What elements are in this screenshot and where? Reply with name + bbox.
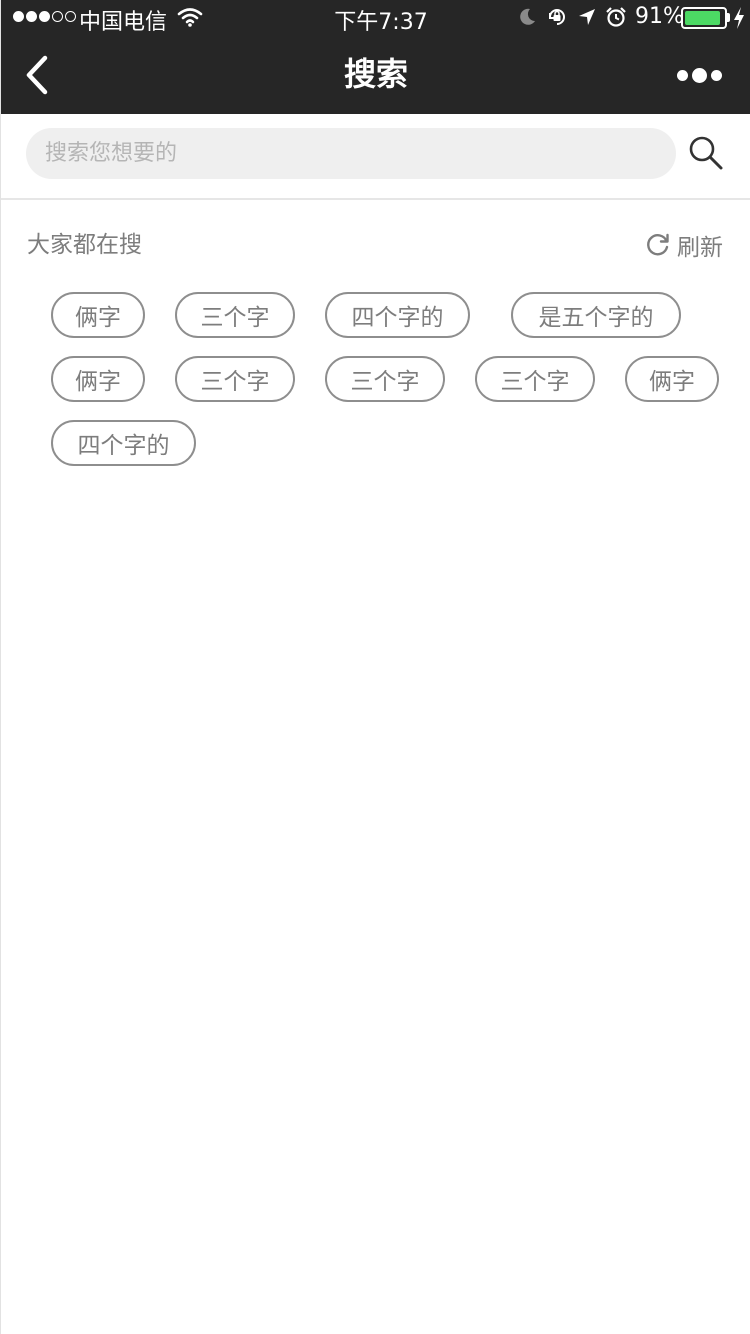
hot-search-tag[interactable]: 三个字 — [325, 356, 445, 402]
hot-search-tag[interactable]: 四个字的 — [325, 292, 470, 338]
search-icon[interactable] — [687, 134, 725, 172]
hot-search-tag[interactable]: 四个字的 — [51, 420, 196, 466]
refresh-icon — [647, 233, 669, 256]
battery-percent: 91% — [635, 4, 684, 29]
hot-search-tag[interactable]: 俩字 — [625, 356, 719, 402]
search-page: 中国电信 下午7:37 91% 搜索 搜索您想要的 大家都在搜 刷新 俩字 三个… — [0, 0, 750, 1334]
refresh-label: 刷新 — [677, 235, 723, 261]
status-bar: 中国电信 下午7:37 91% — [1, 0, 750, 36]
charging-bolt-icon — [734, 7, 744, 29]
search-bar — [1, 114, 750, 200]
more-dots-icon[interactable] — [675, 62, 725, 88]
refresh-button[interactable]: 刷新 — [645, 228, 723, 262]
search-field[interactable] — [26, 128, 676, 179]
alarm-clock-icon — [606, 7, 626, 27]
hot-search-header: 大家都在搜 刷新 — [27, 228, 723, 262]
hot-search-tag[interactable]: 三个字 — [475, 356, 595, 402]
hot-search-tag[interactable]: 俩字 — [51, 356, 145, 402]
search-input[interactable] — [26, 128, 676, 179]
navigation-bar: 搜索 — [1, 36, 750, 114]
hot-search-tag[interactable]: 三个字 — [175, 292, 295, 338]
rotation-lock-icon — [549, 9, 565, 25]
hot-search-tag[interactable]: 是五个字的 — [511, 292, 681, 338]
battery-tip — [727, 13, 730, 22]
hot-search-tag[interactable]: 三个字 — [175, 356, 295, 402]
battery-level-fill — [685, 11, 720, 25]
page-title: 搜索 — [343, 55, 408, 93]
moon-icon — [520, 8, 535, 25]
hot-search-tag[interactable]: 俩字 — [51, 292, 145, 338]
battery-icon — [681, 7, 727, 29]
hot-search-title: 大家都在搜 — [27, 232, 142, 258]
location-arrow-icon — [579, 9, 595, 25]
